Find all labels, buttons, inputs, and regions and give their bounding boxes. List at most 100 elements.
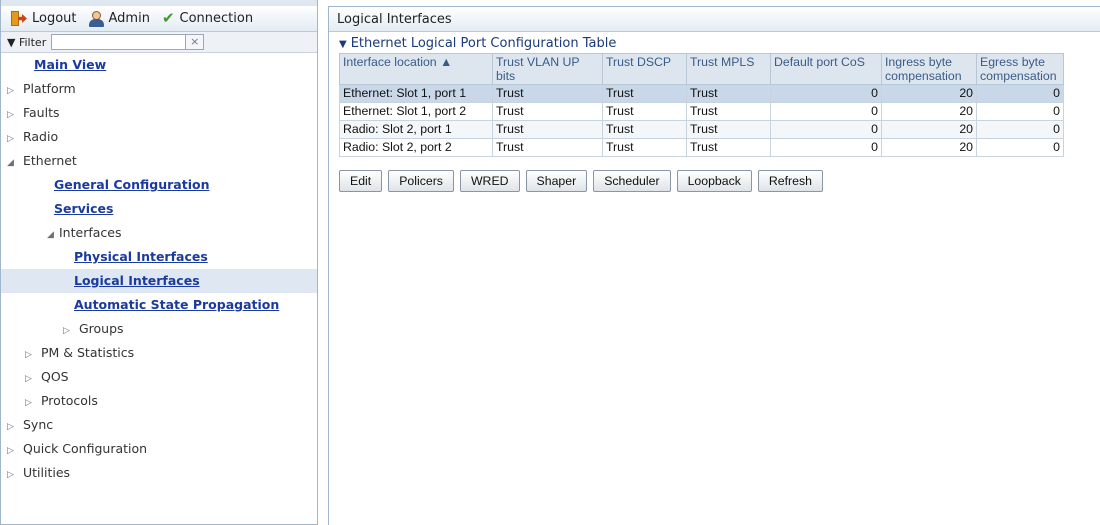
nav-label[interactable]: Interfaces bbox=[59, 225, 121, 240]
cell-default-port-cos: 0 bbox=[770, 138, 882, 157]
cell-ingress-byte-compensation: 20 bbox=[881, 120, 977, 139]
column-header-trust-vlan-up-bits[interactable]: Trust VLAN UP bits bbox=[492, 53, 603, 85]
nav-label[interactable]: PM & Statistics bbox=[41, 345, 134, 360]
nav-label[interactable]: Utilities bbox=[23, 465, 70, 480]
table-row[interactable]: Ethernet: Slot 1, port 2 Trust Trust Tru… bbox=[339, 102, 1064, 121]
column-header-trust-dscp[interactable]: Trust DSCP bbox=[602, 53, 687, 85]
scheduler-button[interactable]: Scheduler bbox=[593, 170, 671, 192]
expand-caret-icon[interactable]: ▷ bbox=[7, 127, 19, 151]
nav-label[interactable]: Logical Interfaces bbox=[74, 273, 200, 288]
nav-label[interactable]: Ethernet bbox=[23, 153, 77, 168]
loopback-button[interactable]: Loopback bbox=[676, 170, 752, 192]
cell-egress-byte-compensation: 0 bbox=[976, 138, 1064, 157]
column-header-default-port-cos[interactable]: Default port CoS bbox=[770, 53, 882, 85]
column-header-egress-byte-compensation[interactable]: Egress byte compensation bbox=[976, 53, 1064, 85]
logout-label: Logout bbox=[32, 11, 77, 26]
nav-item-platform[interactable]: ▷ Platform bbox=[1, 77, 317, 101]
nav-label[interactable]: QOS bbox=[41, 369, 69, 384]
cell-ingress-byte-compensation: 20 bbox=[881, 102, 977, 121]
navigation-panel: Logout Admin ✔ Connection ▼ Filter × Mai… bbox=[0, 0, 318, 525]
nav-label[interactable]: Faults bbox=[23, 105, 60, 120]
nav-item-groups[interactable]: ▷ Groups bbox=[1, 317, 317, 341]
nav-item-physical-interfaces[interactable]: Physical Interfaces bbox=[1, 245, 317, 269]
expand-caret-icon[interactable]: ▷ bbox=[7, 415, 19, 439]
content-panel: Logical Interfaces ▼ Ethernet Logical Por… bbox=[328, 6, 1100, 525]
table-row[interactable]: Radio: Slot 2, port 2 Trust Trust Trust … bbox=[339, 138, 1064, 157]
nav-label[interactable]: Platform bbox=[23, 81, 76, 96]
refresh-button[interactable]: Refresh bbox=[757, 170, 823, 192]
cell-interface-location: Ethernet: Slot 1, port 1 bbox=[339, 84, 493, 103]
cell-trust-dscp: Trust bbox=[602, 84, 687, 103]
cell-trust-mpls: Trust bbox=[686, 138, 771, 157]
cell-trust-mpls: Trust bbox=[686, 102, 771, 121]
expand-caret-icon[interactable]: ▷ bbox=[25, 391, 37, 415]
policers-button[interactable]: Policers bbox=[388, 170, 454, 192]
filter-toggle[interactable]: ▼ Filter bbox=[7, 36, 46, 49]
section-header-toggle[interactable]: ▼ Ethernet Logical Port Configuration Tab… bbox=[339, 36, 1100, 51]
nav-label[interactable]: Protocols bbox=[41, 393, 98, 408]
nav-label[interactable]: Physical Interfaces bbox=[74, 249, 208, 264]
nav-item-main-view[interactable]: Main View bbox=[1, 53, 317, 77]
admin-button[interactable]: Admin bbox=[88, 10, 150, 27]
clear-filter-icon[interactable]: × bbox=[186, 34, 205, 50]
cell-egress-byte-compensation: 0 bbox=[976, 120, 1064, 139]
nav-item-ethernet[interactable]: ◢ Ethernet bbox=[1, 149, 317, 173]
nav-item-sync[interactable]: ▷ Sync bbox=[1, 413, 317, 437]
nav-item-protocols[interactable]: ▷ Protocols bbox=[1, 389, 317, 413]
cell-trust-dscp: Trust bbox=[602, 120, 687, 139]
expand-caret-icon[interactable]: ▷ bbox=[25, 343, 37, 367]
nav-item-pm-statistics[interactable]: ▷ PM & Statistics bbox=[1, 341, 317, 365]
filter-input[interactable] bbox=[51, 34, 187, 50]
cell-trust-vlan-up-bits: Trust bbox=[492, 102, 603, 121]
edit-button[interactable]: Edit bbox=[339, 170, 383, 192]
collapse-caret-icon[interactable]: ◢ bbox=[47, 223, 59, 247]
nav-label[interactable]: Radio bbox=[23, 129, 58, 144]
logout-button[interactable]: Logout bbox=[11, 11, 77, 26]
nav-label[interactable]: Main View bbox=[34, 57, 106, 72]
collapse-caret-icon[interactable]: ◢ bbox=[7, 151, 19, 175]
column-header-trust-mpls[interactable]: Trust MPLS bbox=[686, 53, 771, 85]
connection-button[interactable]: ✔ Connection bbox=[162, 11, 254, 27]
collapse-triangle-icon[interactable]: ▼ bbox=[339, 39, 347, 50]
nav-label[interactable]: General Configuration bbox=[54, 177, 209, 192]
table-row[interactable]: Radio: Slot 2, port 1 Trust Trust Trust … bbox=[339, 120, 1064, 139]
navigation-tree: Main View ▷ Platform ▷ Faults ▷ Radio ◢ … bbox=[1, 53, 317, 485]
nav-label[interactable]: Quick Configuration bbox=[23, 441, 147, 456]
column-header-ingress-byte-compensation[interactable]: Ingress byte compensation bbox=[881, 53, 977, 85]
cell-trust-mpls: Trust bbox=[686, 120, 771, 139]
logical-port-table: Interface location ▲ Trust VLAN UP bits … bbox=[339, 53, 1064, 157]
cell-default-port-cos: 0 bbox=[770, 102, 882, 121]
nav-label[interactable]: Services bbox=[54, 201, 113, 216]
shaper-button[interactable]: Shaper bbox=[525, 170, 588, 192]
cell-trust-dscp: Trust bbox=[602, 102, 687, 121]
wred-button[interactable]: WRED bbox=[459, 170, 520, 192]
nav-item-services[interactable]: Services bbox=[1, 197, 317, 221]
nav-item-radio[interactable]: ▷ Radio bbox=[1, 125, 317, 149]
nav-label[interactable]: Sync bbox=[23, 417, 53, 432]
expand-caret-icon[interactable]: ▷ bbox=[7, 103, 19, 127]
connection-label: Connection bbox=[179, 11, 254, 26]
column-header-interface-location[interactable]: Interface location ▲ bbox=[339, 53, 493, 85]
nav-item-logical-interfaces[interactable]: Logical Interfaces bbox=[1, 269, 317, 293]
expand-caret-icon[interactable]: ▷ bbox=[7, 463, 19, 487]
cell-egress-byte-compensation: 0 bbox=[976, 102, 1064, 121]
nav-label[interactable]: Automatic State Propagation bbox=[74, 297, 279, 312]
nav-item-faults[interactable]: ▷ Faults bbox=[1, 101, 317, 125]
logout-icon bbox=[11, 11, 27, 26]
nav-label[interactable]: Groups bbox=[79, 321, 124, 336]
filter-label: Filter bbox=[18, 35, 47, 49]
table-header-row: Interface location ▲ Trust VLAN UP bits … bbox=[339, 53, 1064, 85]
table-row[interactable]: Ethernet: Slot 1, port 1 Trust Trust Tru… bbox=[339, 84, 1064, 103]
expand-caret-icon[interactable]: ▷ bbox=[7, 79, 19, 103]
nav-item-interfaces[interactable]: ◢ Interfaces bbox=[1, 221, 317, 245]
nav-item-qos[interactable]: ▷ QOS bbox=[1, 365, 317, 389]
nav-item-automatic-state-propagation[interactable]: Automatic State Propagation bbox=[1, 293, 317, 317]
cell-default-port-cos: 0 bbox=[770, 120, 882, 139]
filter-bar: ▼ Filter × bbox=[1, 32, 317, 53]
nav-item-quick-configuration[interactable]: ▷ Quick Configuration bbox=[1, 437, 317, 461]
expand-caret-icon[interactable]: ▷ bbox=[7, 439, 19, 463]
nav-item-general-configuration[interactable]: General Configuration bbox=[1, 173, 317, 197]
expand-caret-icon[interactable]: ▷ bbox=[63, 319, 75, 343]
nav-item-utilities[interactable]: ▷ Utilities bbox=[1, 461, 317, 485]
expand-caret-icon[interactable]: ▷ bbox=[25, 367, 37, 391]
